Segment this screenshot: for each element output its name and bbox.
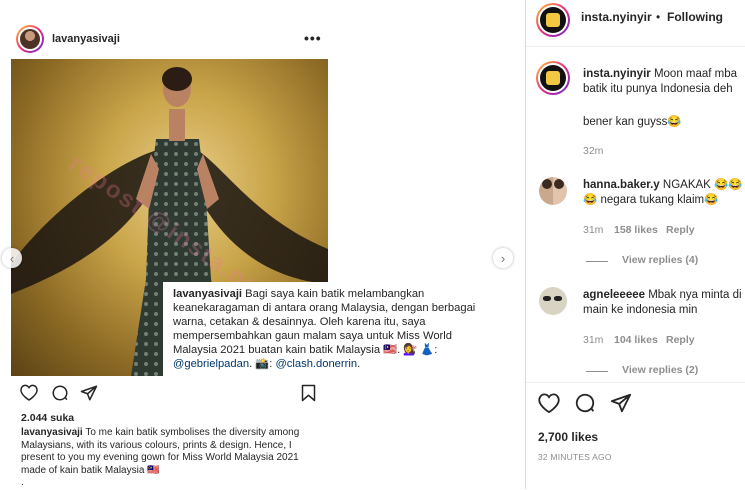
more-options-icon[interactable]: ••• [304, 30, 322, 46]
comment-avatar[interactable] [536, 61, 570, 95]
heart-icon[interactable] [538, 393, 560, 413]
overlay-username: lavanyasivaji [173, 288, 243, 300]
actions-divider [526, 382, 745, 383]
comment-body: hanna.baker.y NGAKAK 😂😂😂 negara tukang k… [583, 178, 745, 208]
overlay-mid: . 📸: [249, 358, 276, 370]
panel-divider [525, 0, 526, 489]
likes-count[interactable]: 2,700 likes [538, 430, 598, 444]
comment-avatar[interactable] [539, 287, 567, 315]
caption-username[interactable]: lavanyasivaji [21, 427, 83, 438]
share-icon[interactable] [80, 384, 98, 402]
header-username[interactable]: insta.nyinyir [581, 10, 652, 24]
bookmark-icon[interactable] [301, 384, 316, 402]
view-replies-button[interactable]: View replies (2) [622, 364, 698, 376]
comment-username[interactable]: hanna.baker.y [583, 179, 660, 191]
replies-line [586, 261, 608, 262]
reply-button[interactable]: Reply [666, 224, 695, 236]
header-avatar[interactable] [536, 3, 570, 37]
post-likes: 2.044 suka [21, 412, 75, 424]
next-arrow-icon[interactable]: › [493, 248, 513, 268]
comment-time: 31m [583, 334, 604, 346]
caption-more: . [21, 477, 24, 488]
comment-likes[interactable]: 158 likes [614, 224, 658, 236]
heart-icon[interactable] [20, 384, 38, 401]
caption-comment: insta.nyinyir Moon maaf mba batik itu pu… [583, 67, 745, 97]
post-caption: lavanyasivaji To me kain batik symbolise… [21, 427, 321, 490]
comment-time: 31m [583, 224, 604, 236]
comment-username[interactable]: agneleeeee [583, 289, 645, 301]
caption-overlay: lavanyasivaji Bagi saya kain batik melam… [163, 282, 501, 376]
share-icon[interactable] [610, 392, 632, 414]
replies-line [586, 371, 608, 372]
post-avatar[interactable] [16, 25, 44, 53]
overlay-end: . [357, 358, 361, 370]
following-button[interactable]: Following [667, 10, 723, 24]
comment-avatar[interactable] [539, 177, 567, 205]
mention-link[interactable]: @clash.donerrin [275, 358, 357, 370]
reply-button[interactable]: Reply [666, 334, 695, 346]
comment-likes[interactable]: 104 likes [614, 334, 658, 346]
view-replies-button[interactable]: View replies (4) [622, 254, 698, 266]
comment-icon[interactable] [51, 384, 69, 402]
comment-body: agneleeeee Mbak nya minta di main ke ind… [583, 288, 745, 318]
header-divider [526, 46, 745, 47]
comment-icon[interactable] [574, 392, 596, 414]
post-username[interactable]: lavanyasivaji [52, 33, 120, 45]
header-separator: • [656, 10, 661, 24]
previous-arrow-icon[interactable]: ‹ [2, 248, 22, 268]
mention-link[interactable]: @gebrielpadan [173, 358, 249, 370]
comment-text-2: bener kan guyss😂 [583, 116, 682, 128]
comment-time: 32m [583, 145, 604, 157]
time-ago: 32 MINUTES AGO [538, 452, 612, 462]
comment-username[interactable]: insta.nyinyir [583, 68, 651, 80]
